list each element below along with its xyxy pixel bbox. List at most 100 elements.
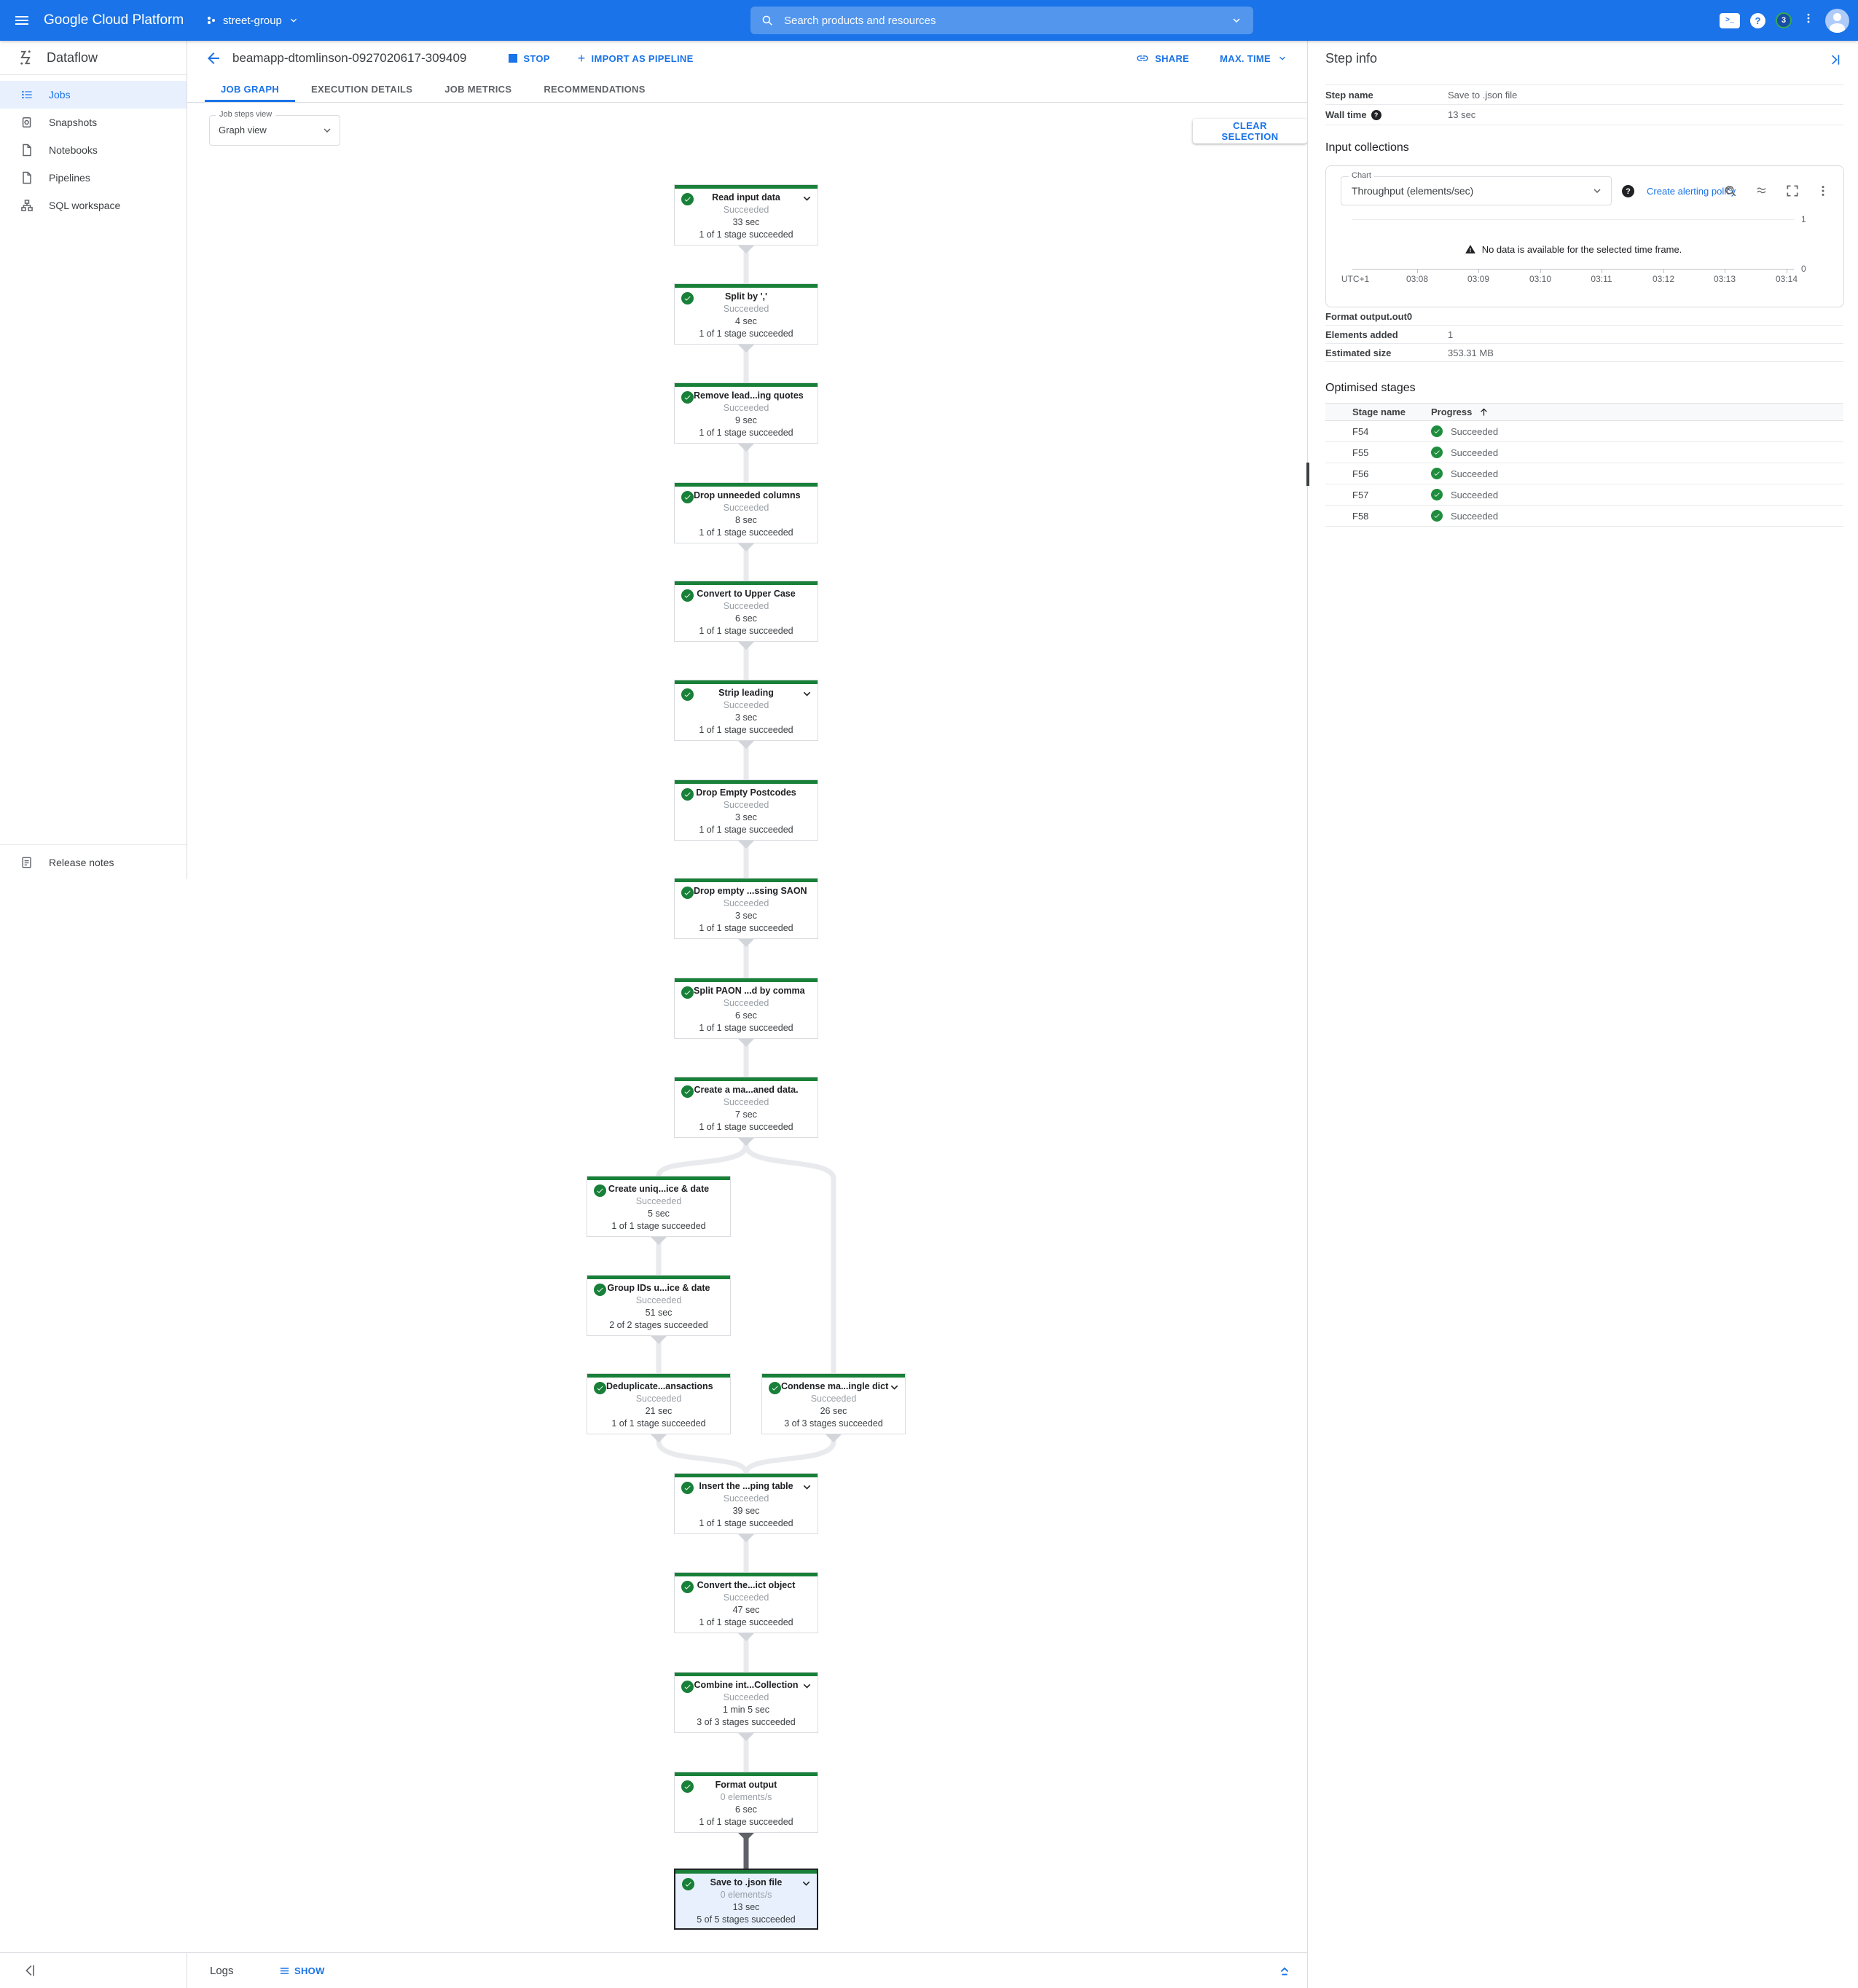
smoothing-icon[interactable] xyxy=(1755,184,1769,198)
node-stages: 1 of 1 stage succeeded xyxy=(675,1022,818,1034)
sidebar-item-notebooks[interactable]: Notebooks xyxy=(0,136,187,164)
chevron-down-icon[interactable] xyxy=(800,1679,814,1693)
share-button[interactable]: SHARE xyxy=(1136,52,1189,65)
step-summary-table: Step name Save to .json file Wall time ?… xyxy=(1325,85,1843,125)
x-axis-label: 03:08 xyxy=(1406,274,1428,284)
max-time-dropdown[interactable]: MAX. TIME xyxy=(1220,52,1288,64)
project-name: street-group xyxy=(223,15,282,27)
menu-icon[interactable] xyxy=(13,12,31,29)
sidebar-item-snapshots[interactable]: Snapshots xyxy=(0,109,187,136)
list-icon xyxy=(278,1965,291,1977)
graph-node-create-unique[interactable]: Create uniq...ice & dateSucceeded5 sec1 … xyxy=(587,1176,731,1237)
graph-node-convert-upper-case[interactable]: Convert to Upper CaseSucceeded6 sec1 of … xyxy=(674,581,818,642)
graph-node-convert-dict[interactable]: Convert the...ict objectSucceeded47 sec1… xyxy=(674,1572,818,1633)
help-icon[interactable]: ? xyxy=(1622,185,1634,197)
stage-row-f54[interactable]: F54Succeeded xyxy=(1325,421,1843,442)
project-switcher[interactable]: street-group xyxy=(205,0,299,41)
graph-node-split-paon[interactable]: Split PAON ...d by commaSucceeded6 sec1 … xyxy=(674,978,818,1039)
clear-selection-button[interactable]: CLEAR SELECTION xyxy=(1193,119,1307,144)
node-time: 51 sec xyxy=(587,1307,730,1319)
back-arrow-icon[interactable] xyxy=(205,50,222,67)
collapse-sidebar-icon[interactable] xyxy=(22,1963,38,1979)
success-check-icon xyxy=(681,391,694,404)
node-success-bar xyxy=(675,1573,818,1576)
graph-node-drop-empty-postcodes[interactable]: Drop Empty PostcodesSucceeded3 sec1 of 1… xyxy=(674,779,818,841)
create-alerting-policy-link[interactable]: Create alerting policy xyxy=(1647,186,1736,197)
graph-node-group-ids[interactable]: Group IDs u...ice & dateSucceeded51 sec2… xyxy=(587,1275,731,1336)
panel-resize-handle[interactable] xyxy=(1306,463,1309,486)
node-title: Split by ',' xyxy=(675,291,818,303)
graph-node-condense[interactable]: Condense ma...ingle dictSucceeded26 sec3… xyxy=(761,1373,906,1434)
sidebar-nav: JobsSnapshotsNotebooksPipelinesSQL works… xyxy=(0,81,187,219)
node-stages: 1 of 1 stage succeeded xyxy=(675,922,818,935)
tab-recommendations[interactable]: RECOMMENDATIONS xyxy=(528,76,661,102)
stop-icon xyxy=(509,54,517,63)
node-status: Succeeded xyxy=(675,1096,818,1109)
graph-node-remove-quotes[interactable]: Remove lead...ing quotesSucceeded9 sec1 … xyxy=(674,382,818,444)
warning-icon xyxy=(1465,243,1476,255)
sidebar-item-pipelines[interactable]: Pipelines xyxy=(0,164,187,192)
job-steps-view-select[interactable]: Job steps view Graph view xyxy=(209,115,340,146)
expand-logs-icon[interactable] xyxy=(1277,1963,1293,1979)
graph-node-insert-mapping[interactable]: Insert the ...ping tableSucceeded39 sec1… xyxy=(674,1473,818,1534)
graph-node-drop-unneeded-columns[interactable]: Drop unneeded columnsSucceeded8 sec1 of … xyxy=(674,482,818,543)
help-icon[interactable]: ? xyxy=(1371,110,1381,120)
graph-node-deduplicate[interactable]: Deduplicate...ansactionsSucceeded21 sec1… xyxy=(587,1373,731,1434)
tab-execution-details[interactable]: EXECUTION DETAILS xyxy=(295,76,428,102)
node-stages: 1 of 1 stage succeeded xyxy=(675,229,818,241)
column-header[interactable]: Progress xyxy=(1431,406,1489,417)
success-check-icon xyxy=(1431,447,1443,458)
graph-node-split-by-comma[interactable]: Split by ','Succeeded4 sec1 of 1 stage s… xyxy=(674,283,818,345)
reset-zoom-icon[interactable] xyxy=(1723,184,1738,198)
node-title: Condense ma...ingle dict xyxy=(762,1380,905,1393)
stage-row-f55[interactable]: F55Succeeded xyxy=(1325,442,1843,463)
node-stages: 1 of 1 stage succeeded xyxy=(675,1121,818,1134)
notifications-badge[interactable]: 3 xyxy=(1776,12,1792,28)
chevron-down-icon[interactable] xyxy=(1230,14,1243,27)
node-title: Group IDs u...ice & date xyxy=(587,1282,730,1294)
sidebar-item-jobs[interactable]: Jobs xyxy=(0,81,187,109)
collapse-panel-icon[interactable] xyxy=(1827,52,1842,67)
sidebar-item-release-notes[interactable]: Release notes xyxy=(0,844,187,879)
chevron-down-icon[interactable] xyxy=(799,1877,813,1890)
stage-row-f57[interactable]: F57Succeeded xyxy=(1325,484,1843,506)
sidebar-item-sql-workspace[interactable]: SQL workspace xyxy=(0,192,187,219)
graph-node-format-output[interactable]: Format output0 elements/s6 sec1 of 1 sta… xyxy=(674,1772,818,1833)
table-row: Wall time ? 13 sec xyxy=(1325,105,1843,125)
chevron-down-icon[interactable] xyxy=(800,1480,814,1494)
chevron-down-icon[interactable] xyxy=(800,192,814,205)
graph-node-strip-leading[interactable]: Strip leadingSucceeded3 sec1 of 1 stage … xyxy=(674,680,818,741)
tab-job-graph[interactable]: JOB GRAPH xyxy=(205,76,295,102)
chevron-down-icon[interactable] xyxy=(887,1380,901,1394)
fullscreen-icon[interactable] xyxy=(1785,184,1800,198)
tab-job-metrics[interactable]: JOB METRICS xyxy=(428,76,528,102)
help-icon[interactable]: ? xyxy=(1750,13,1765,28)
graph-node-save-json[interactable]: Save to .json file0 elements/s13 sec5 of… xyxy=(674,1869,818,1930)
stage-row-f56[interactable]: F56Succeeded xyxy=(1325,463,1843,484)
stop-button[interactable]: STOP xyxy=(509,53,549,64)
chart-metric-select[interactable]: Chart Throughput (elements/sec) xyxy=(1341,176,1612,205)
graph-node-combine-collection[interactable]: Combine int...CollectionSucceeded1 min 5… xyxy=(674,1672,818,1733)
stage-row-f58[interactable]: F58Succeeded xyxy=(1325,506,1843,527)
success-check-icon xyxy=(681,986,694,999)
graph-node-read-input-data[interactable]: Read input dataSucceeded33 sec1 of 1 sta… xyxy=(674,184,818,245)
more-options-icon[interactable] xyxy=(1802,12,1815,29)
product-logo[interactable]: Google Cloud Platform xyxy=(44,0,184,41)
job-graph-canvas: Read input dataSucceeded33 sec1 of 1 sta… xyxy=(187,103,1307,1952)
graph-node-create-map[interactable]: Create a ma...aned data.Succeeded7 sec1 … xyxy=(674,1077,818,1138)
chart-more-options-icon[interactable] xyxy=(1816,184,1830,198)
sidebar-item-label: Release notes xyxy=(49,857,114,868)
avatar[interactable] xyxy=(1825,9,1849,33)
node-status: Succeeded xyxy=(587,1195,730,1208)
search-input[interactable] xyxy=(783,14,1230,28)
chevron-down-icon xyxy=(288,15,299,26)
search-icon xyxy=(761,14,774,27)
logs-show-button[interactable]: SHOW xyxy=(278,1953,325,1988)
cloud-shell-icon[interactable]: >_ xyxy=(1720,13,1740,28)
node-success-bar xyxy=(675,581,818,585)
chevron-down-icon[interactable] xyxy=(800,687,814,701)
node-time: 3 sec xyxy=(675,910,818,922)
import-as-pipeline-button[interactable]: + IMPORT AS PIPELINE xyxy=(578,53,694,64)
global-search[interactable] xyxy=(750,7,1253,34)
graph-node-drop-empty-saon[interactable]: Drop empty ...ssing SAONSucceeded3 sec1 … xyxy=(674,878,818,939)
